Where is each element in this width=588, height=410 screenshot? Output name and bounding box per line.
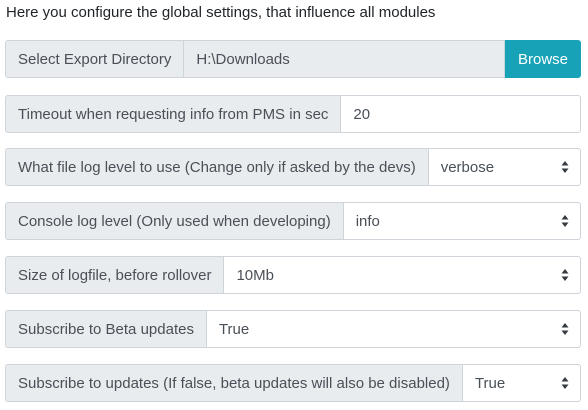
beta-updates-value: True — [218, 320, 250, 338]
updates-select[interactable]: True — [462, 364, 581, 402]
export-directory-input[interactable]: H:\Downloads — [184, 40, 505, 78]
export-directory-group: Select Export Directory H:\Downloads Bro… — [5, 40, 581, 78]
console-log-level-label: Console log level (Only used when develo… — [5, 202, 344, 240]
timeout-group: Timeout when requesting info from PMS in… — [5, 95, 581, 133]
timeout-input[interactable]: 20 — [341, 95, 581, 133]
file-log-level-value: verbose — [440, 158, 495, 176]
settings-intro-text: Here you configure the global settings, … — [6, 4, 436, 21]
logfile-size-select[interactable]: 10Mb — [224, 256, 581, 294]
browse-button[interactable]: Browse — [505, 40, 581, 78]
logfile-size-group: Size of logfile, before rollover 10Mb — [5, 256, 581, 294]
updates-group: Subscribe to updates (If false, beta upd… — [5, 364, 581, 402]
logfile-size-value: 10Mb — [236, 266, 274, 284]
select-arrows-icon — [561, 214, 569, 228]
console-log-level-select[interactable]: info — [343, 202, 581, 240]
console-log-level-value: info — [355, 212, 380, 230]
file-log-level-label: What file log level to use (Change only … — [5, 148, 429, 186]
select-arrows-icon — [561, 160, 569, 174]
updates-label: Subscribe to updates (If false, beta upd… — [5, 364, 463, 402]
select-arrows-icon — [561, 322, 569, 336]
beta-updates-select[interactable]: True — [206, 310, 581, 348]
logfile-size-label: Size of logfile, before rollover — [5, 256, 225, 294]
file-log-level-group: What file log level to use (Change only … — [5, 148, 581, 186]
select-arrows-icon — [561, 376, 569, 390]
timeout-label: Timeout when requesting info from PMS in… — [5, 95, 342, 133]
console-log-level-group: Console log level (Only used when develo… — [5, 202, 581, 240]
export-directory-label: Select Export Directory — [5, 40, 185, 78]
file-log-level-select[interactable]: verbose — [428, 148, 581, 186]
beta-updates-group: Subscribe to Beta updates True — [5, 310, 581, 348]
updates-value: True — [474, 374, 506, 392]
select-arrows-icon — [561, 268, 569, 282]
beta-updates-label: Subscribe to Beta updates — [5, 310, 207, 348]
